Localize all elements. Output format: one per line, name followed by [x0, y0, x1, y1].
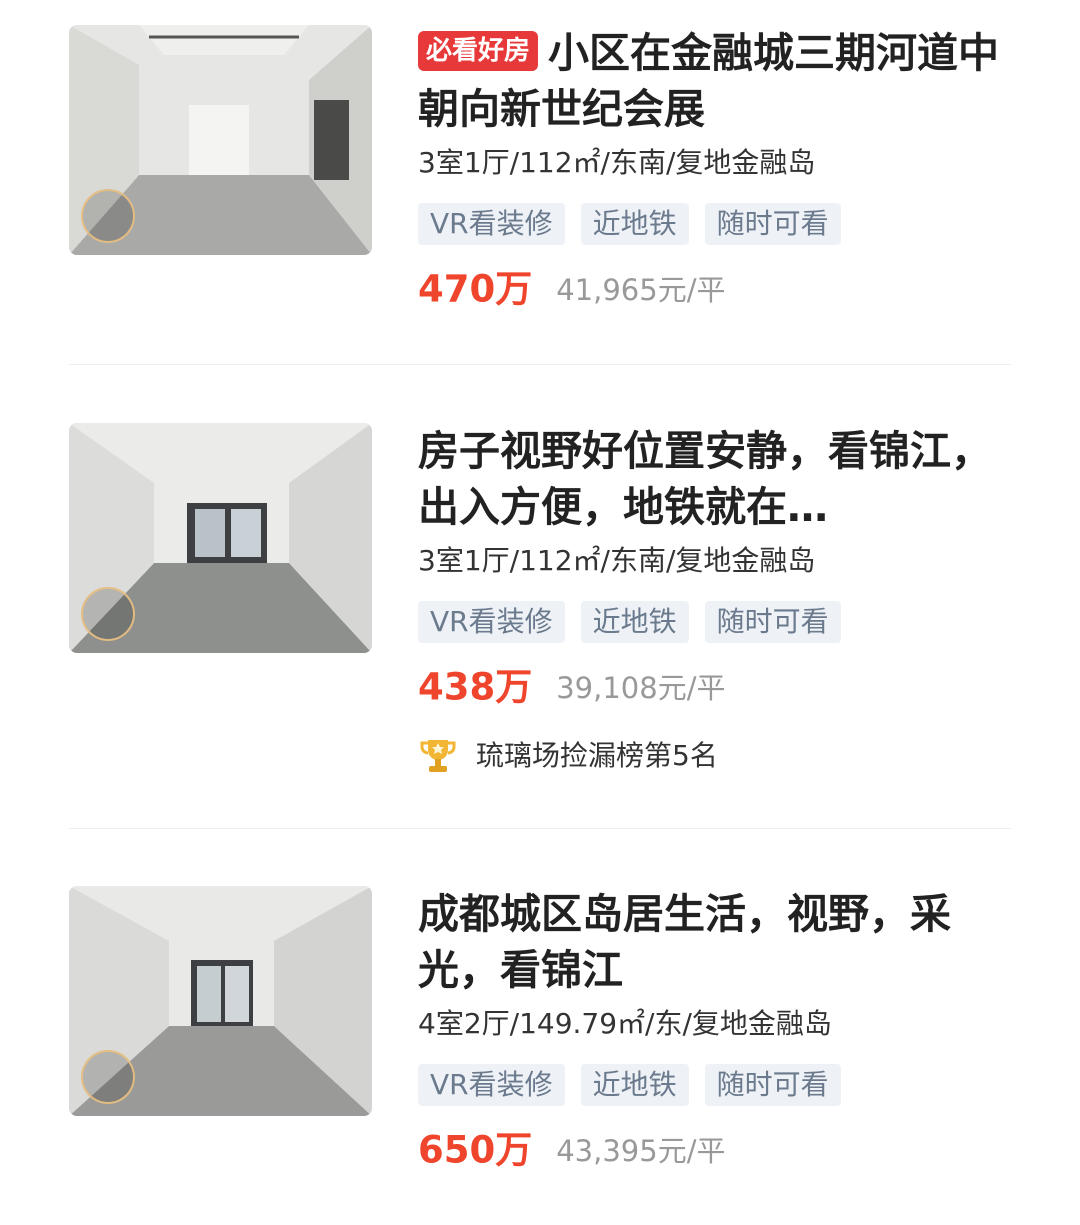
divider	[69, 828, 1011, 829]
listing-photo[interactable]	[69, 423, 372, 653]
unit-price: 41,965元/平	[556, 272, 726, 307]
unit-price: 43,395元/平	[556, 1133, 726, 1168]
listing-meta: 4室2厅/149.79㎡/东/复地金融岛	[418, 1007, 832, 1040]
ranking-badge[interactable]: 琉璃场捡漏榜第5名	[418, 733, 1018, 777]
listing-photo[interactable]	[69, 25, 372, 255]
vr-badge-icon	[81, 1050, 135, 1104]
feature-tag: VR看装修	[418, 203, 565, 245]
feature-tag: 近地铁	[580, 203, 689, 245]
price-row: 470万 41,965元/平	[418, 267, 1018, 311]
feature-tag: 随时可看	[704, 203, 841, 245]
hot-tag: 必看好房	[418, 31, 539, 71]
feature-tag: 随时可看	[704, 1064, 841, 1106]
feature-tags: VR看装修 近地铁 随时可看	[418, 601, 1018, 643]
listing-meta: 3室1厅/112㎡/东南/复地金融岛	[418, 146, 816, 179]
listing-title[interactable]: 房子视野好位置安静，看锦江，出入方便，地铁就在…	[418, 423, 1018, 535]
listing-photo[interactable]	[69, 886, 372, 1116]
ranking-text: 琉璃场捡漏榜第5名	[476, 739, 718, 772]
divider	[69, 364, 1011, 365]
listing-title[interactable]: 成都城区岛居生活，视野，采光，看锦江	[418, 886, 1018, 998]
feature-tag: VR看装修	[418, 601, 565, 643]
price-row: 438万 39,108元/平	[418, 665, 1018, 709]
vr-badge-icon	[81, 189, 135, 243]
feature-tag: 近地铁	[580, 1064, 689, 1106]
trophy-icon	[420, 740, 456, 772]
feature-tags: VR看装修 近地铁 随时可看	[418, 203, 1018, 245]
listing-title[interactable]: 必看好房 小区在金融城三期河道中 朝向新世纪会展	[418, 25, 1018, 137]
total-price: 438万	[418, 665, 533, 709]
price-row: 650万 43,395元/平	[418, 1128, 1018, 1172]
vr-badge-icon	[81, 587, 135, 641]
unit-price: 39,108元/平	[556, 670, 726, 705]
total-price: 470万	[418, 267, 533, 311]
feature-tags: VR看装修 近地铁 随时可看	[418, 1064, 1018, 1106]
feature-tag: 近地铁	[580, 601, 689, 643]
total-price: 650万	[418, 1128, 533, 1172]
feature-tag: 随时可看	[704, 601, 841, 643]
listing-meta: 3室1厅/112㎡/东南/复地金融岛	[418, 544, 816, 577]
feature-tag: VR看装修	[418, 1064, 565, 1106]
